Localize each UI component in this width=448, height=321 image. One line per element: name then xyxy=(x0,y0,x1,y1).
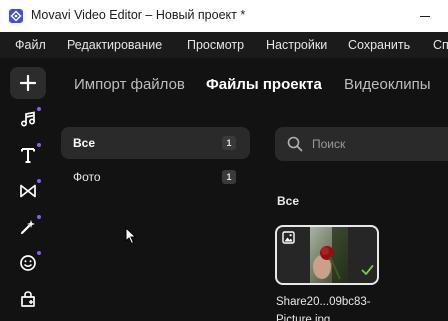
minimize-icon xyxy=(420,16,430,17)
tool-music[interactable] xyxy=(10,103,46,135)
sticker-smiley-icon xyxy=(20,255,36,271)
tool-filters[interactable] xyxy=(10,211,46,243)
search-input[interactable] xyxy=(312,127,448,161)
search-box[interactable] xyxy=(275,127,448,161)
category-label: Фото xyxy=(73,170,101,184)
photo-preview xyxy=(310,227,348,283)
menu-bar: Файл Редактирование Просмотр Настройки С… xyxy=(0,32,448,58)
window-title: Movavi Video Editor – Новый проект * xyxy=(31,8,246,22)
category-photo[interactable]: Фото 1 xyxy=(61,161,250,193)
category-count-badge: 1 xyxy=(222,136,236,150)
media-file-name[interactable]: Share20...09bc83-Picture.jpg xyxy=(276,293,406,321)
media-thumbnail[interactable] xyxy=(275,225,379,285)
effects-store-icon xyxy=(21,291,35,307)
search-icon xyxy=(287,136,303,152)
titles-badge xyxy=(37,143,41,147)
checkmark-icon xyxy=(361,265,374,275)
tab-video-clips[interactable]: Видеоклипы xyxy=(344,76,431,93)
music-badge xyxy=(37,107,41,111)
tool-stickers[interactable] xyxy=(10,247,46,279)
left-toolbar xyxy=(0,58,52,321)
section-heading-all: Все xyxy=(277,194,300,208)
menu-view[interactable]: Просмотр xyxy=(187,38,244,52)
mouse-cursor-icon xyxy=(125,227,137,245)
text-icon xyxy=(21,148,35,163)
window-titlebar: Movavi Video Editor – Новый проект * xyxy=(0,0,448,32)
category-label: Все xyxy=(73,136,96,150)
transitions-icon xyxy=(20,184,36,198)
image-icon xyxy=(282,231,295,244)
menu-edit[interactable]: Редактирование xyxy=(67,38,162,52)
category-all[interactable]: Все 1 xyxy=(61,127,250,159)
category-count-badge: 1 xyxy=(222,170,236,184)
menu-save[interactable]: Сохранить xyxy=(348,38,410,52)
tool-effects-store[interactable] xyxy=(10,283,46,315)
tool-transitions[interactable] xyxy=(10,175,46,207)
minimize-button[interactable] xyxy=(402,0,448,32)
magic-wand-icon xyxy=(20,220,35,235)
music-note-icon xyxy=(20,111,36,127)
tab-project-files[interactable]: Файлы проекта xyxy=(206,76,322,93)
movavi-logo-icon xyxy=(9,9,23,23)
menu-file[interactable]: Файл xyxy=(15,38,46,52)
menu-settings[interactable]: Настройки xyxy=(266,38,327,52)
filters-badge xyxy=(37,215,41,219)
stickers-badge xyxy=(37,251,41,255)
menu-help[interactable]: Сп xyxy=(433,38,448,52)
import-tabs: Импорт файлов Файлы проекта Видеоклипы xyxy=(52,58,448,110)
transitions-badge xyxy=(37,179,41,183)
tool-import[interactable] xyxy=(10,67,46,99)
tab-import-files[interactable]: Импорт файлов xyxy=(74,76,185,93)
tool-titles[interactable] xyxy=(10,139,46,171)
plus-icon xyxy=(19,74,37,92)
